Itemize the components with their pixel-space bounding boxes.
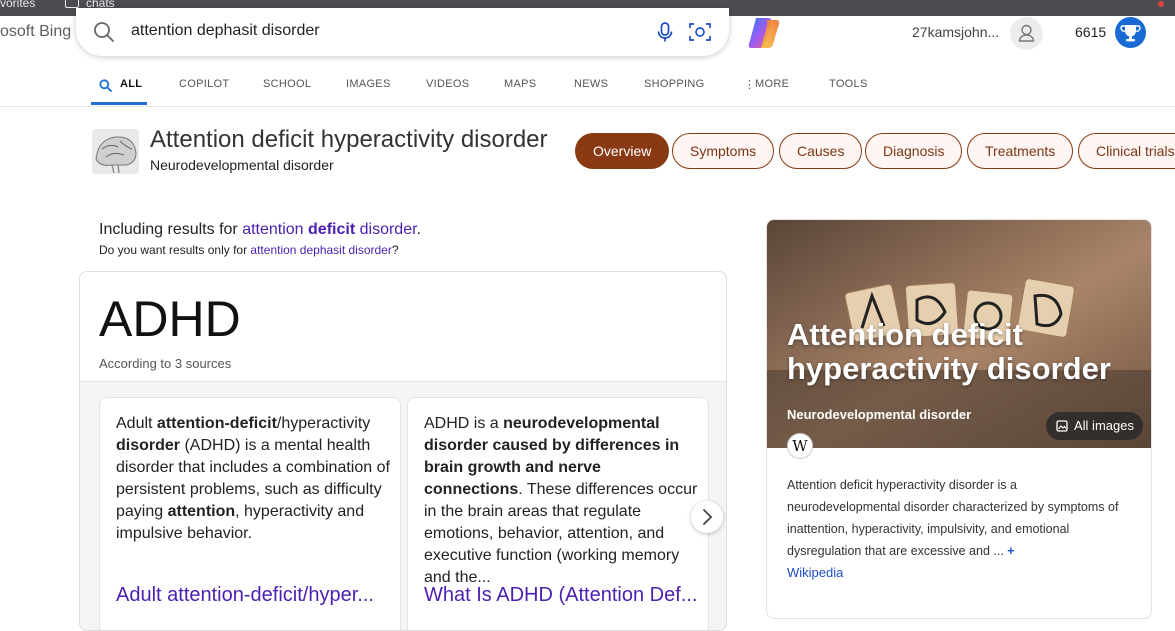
brain-illustration-icon	[92, 129, 139, 174]
chevron-right-icon	[703, 509, 713, 525]
snippet-text-part: Adult	[116, 415, 157, 432]
panel-subtitle: Neurodevelopmental disorder	[787, 407, 972, 422]
scope-tabs: ALL COPILOT SCHOOL IMAGES VIDEOS MAPS NE…	[0, 64, 1175, 107]
snippet-bold-part: attention-deficit	[156, 415, 277, 432]
rewards-button[interactable]	[1115, 17, 1146, 48]
avatar[interactable]	[1010, 17, 1043, 50]
person-icon	[1018, 24, 1035, 42]
including-link-deficit[interactable]: deficit	[308, 221, 355, 238]
entity-thumbnail[interactable]	[92, 129, 139, 174]
bing-logo[interactable]: osoft Bing	[0, 23, 71, 41]
knowledge-panel: Attention deficit hyperactivity disorder…	[766, 219, 1152, 619]
tab-copilot[interactable]: COPILOT	[179, 78, 229, 90]
tab-all[interactable]: ALL	[120, 78, 142, 90]
answer-snippet-2[interactable]: ADHD is a neurodevelopmental disorder ca…	[407, 397, 709, 630]
snippet-text: ADHD is a neurodevelopmental disorder ca…	[424, 413, 699, 589]
active-tab-indicator	[91, 102, 147, 105]
tab-images[interactable]: IMAGES	[346, 78, 391, 90]
snippet-bold-part: attention	[167, 503, 236, 520]
search-box[interactable]: attention dephasit disorder	[76, 8, 729, 56]
including-link-disorder[interactable]: disorder	[360, 221, 417, 238]
pill-clinical-trials[interactable]: Clinical trials	[1078, 133, 1175, 169]
snippet-text-part: ADHD is a	[424, 415, 504, 432]
all-images-label: All images	[1074, 418, 1134, 433]
search-icon[interactable]	[93, 21, 115, 43]
answer-sources[interactable]: According to 3 sources	[99, 356, 231, 371]
search-input[interactable]: attention dephasit disorder	[131, 22, 320, 40]
including-results-notice: Including results for attention deficit …	[99, 221, 421, 239]
bookmark-favorites[interactable]: vorites	[0, 0, 35, 10]
did-you-mean-notice: Do you want results only for attention d…	[99, 243, 399, 257]
answer-card: ADHD According to 3 sources Adult attent…	[79, 271, 727, 631]
copilot-icon[interactable]	[746, 16, 782, 50]
entity-subtitle: Neurodevelopmental disorder	[150, 157, 334, 173]
snippet-bold-part: disorder	[116, 437, 181, 454]
including-prefix: Including results for	[99, 221, 238, 238]
tab-school[interactable]: SCHOOL	[263, 78, 311, 90]
tab-news[interactable]: NEWS	[574, 78, 608, 90]
rewards-points[interactable]: 6615	[1075, 24, 1106, 40]
expand-more-icon[interactable]: +	[1007, 544, 1014, 558]
entity-title: Attention deficit hyperactivity disorder	[150, 126, 548, 153]
tab-more[interactable]: MORE	[755, 78, 789, 90]
panel-description: Attention deficit hyperactivity disorder…	[787, 474, 1132, 562]
visual-search-icon[interactable]	[688, 21, 712, 43]
snippet-source-link[interactable]: What Is ADHD (Attention Def...	[424, 584, 699, 607]
snippet-text: Adult attention-deficit/hyperactivity di…	[116, 413, 391, 545]
did-you-mean-suffix: ?	[391, 243, 399, 257]
carousel-next-button[interactable]	[691, 501, 723, 533]
panel-title: Attention deficit hyperactivity disorder	[787, 317, 1111, 386]
answer-snippet-1[interactable]: Adult attention-deficit/hyperactivity di…	[99, 397, 401, 630]
answer-header: ADHD According to 3 sources	[80, 272, 726, 382]
pill-overview[interactable]: Overview	[575, 133, 670, 169]
trophy-icon	[1120, 25, 1141, 42]
snippet-text-part: /hyperactivity	[276, 415, 371, 432]
pill-diagnosis[interactable]: Diagnosis	[865, 133, 963, 169]
wikipedia-icon[interactable]: W	[787, 433, 813, 459]
tab-maps[interactable]: MAPS	[504, 78, 536, 90]
search-icon	[99, 79, 112, 92]
user-name[interactable]: 27kamsjohn...	[912, 24, 999, 40]
all-images-button[interactable]: All images	[1046, 412, 1143, 440]
folder-icon	[65, 0, 79, 8]
notification-dot	[1158, 1, 1164, 7]
answer-title: ADHD	[99, 291, 241, 347]
including-dot: .	[416, 221, 421, 238]
microphone-icon[interactable]	[654, 21, 676, 43]
image-gallery-icon	[1056, 420, 1068, 432]
pill-causes[interactable]: Causes	[779, 133, 863, 169]
tab-videos[interactable]: VIDEOS	[426, 78, 469, 90]
tab-shopping[interactable]: SHOPPING	[644, 78, 704, 90]
tab-tools[interactable]: TOOLS	[829, 78, 868, 90]
kebab-icon: ⋮	[744, 79, 756, 91]
pill-treatments[interactable]: Treatments	[967, 133, 1074, 169]
panel-description-text: Attention deficit hyperactivity disorder…	[787, 478, 1119, 558]
including-link-attention[interactable]: attention	[242, 221, 303, 238]
did-you-mean-link[interactable]: attention dephasit disorder	[250, 243, 391, 257]
snippet-source-link[interactable]: Adult attention-deficit/hyper...	[116, 584, 391, 607]
pill-symptoms[interactable]: Symptoms	[672, 133, 775, 169]
did-you-mean-prefix: Do you want results only for	[99, 243, 248, 257]
wikipedia-source-link[interactable]: Wikipedia	[787, 565, 843, 580]
